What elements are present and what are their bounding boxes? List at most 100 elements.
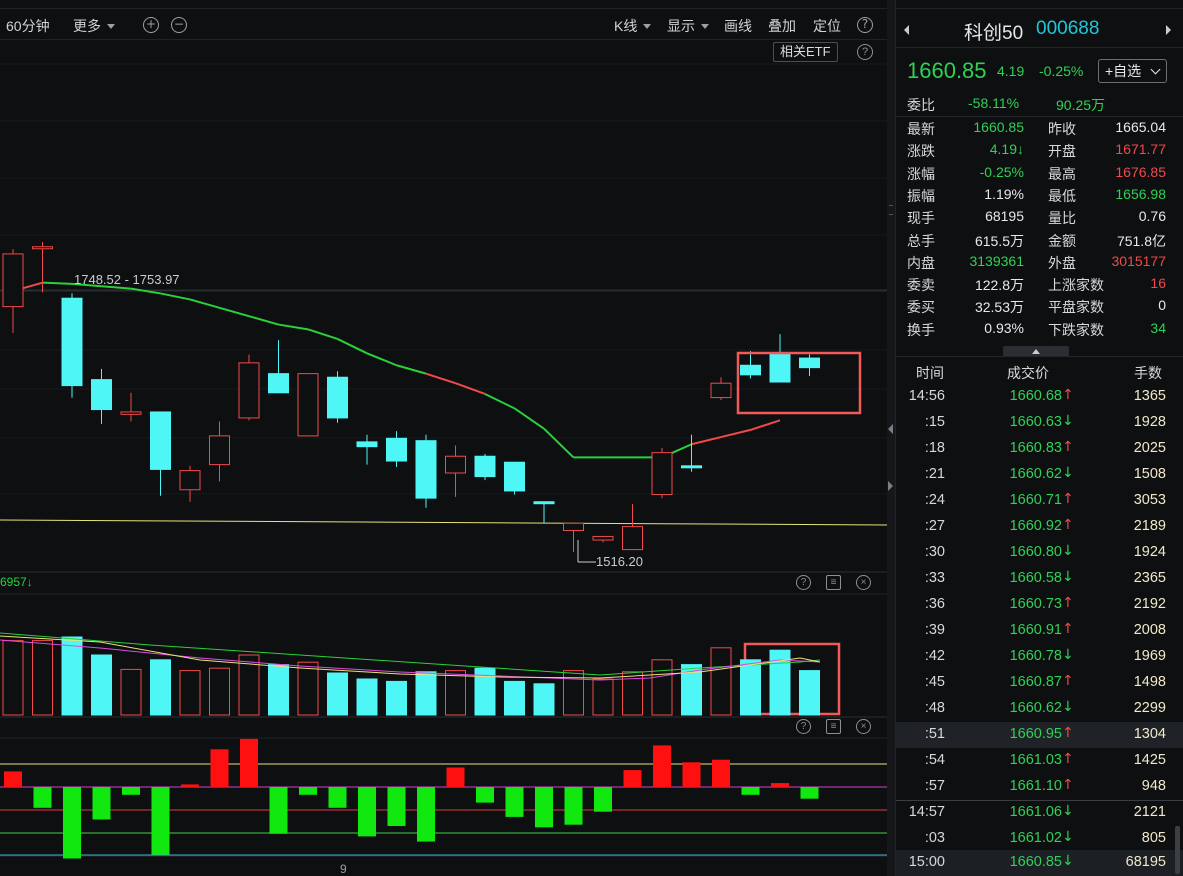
tick-row[interactable]: :42 1660.78 ↓ 1969 xyxy=(896,644,1183,670)
candle-body xyxy=(297,373,319,437)
stat-label: 涨跌 xyxy=(907,143,935,160)
ma-line-segment xyxy=(396,364,427,375)
volume-bar xyxy=(740,659,761,716)
stat-value: 1660.85 xyxy=(973,119,1024,135)
macd-bar xyxy=(92,787,111,820)
help-icon[interactable]: ? xyxy=(796,719,811,734)
volume-bar xyxy=(32,640,53,716)
volume-bar xyxy=(297,661,319,716)
stat-label: 外盘 xyxy=(1048,254,1076,271)
tick-direction-icon: ↓ xyxy=(1062,647,1074,663)
splitter-grip-icon[interactable] xyxy=(889,205,893,215)
tick-volume: 948 xyxy=(1141,778,1166,794)
tick-direction-icon: ↓ xyxy=(1062,853,1074,869)
ma-line-segment xyxy=(219,306,250,318)
prev-security-icon[interactable] xyxy=(904,25,909,35)
ma-line-segment xyxy=(543,427,575,459)
tick-row[interactable]: :54 1661.03 ↑ 1425 xyxy=(896,748,1183,774)
volume-bar xyxy=(386,680,407,716)
tick-volume: 2008 xyxy=(1133,622,1166,638)
volume-bar xyxy=(209,667,230,716)
tick-time: :30 xyxy=(924,544,945,560)
close-icon[interactable]: × xyxy=(856,575,871,590)
tick-volume: 2025 xyxy=(1133,440,1166,456)
tick-volume: 1425 xyxy=(1133,752,1166,768)
candle-body xyxy=(592,535,614,541)
candle-body xyxy=(356,441,378,448)
tick-direction-icon: ↑ xyxy=(1062,595,1074,611)
tick-time: :15 xyxy=(924,414,945,430)
macd-bar xyxy=(358,787,376,837)
tick-price: 1661.02 xyxy=(1009,830,1062,846)
settings-icon[interactable]: ≡ xyxy=(826,575,841,590)
stat-label: 委卖 xyxy=(907,277,935,294)
tick-row[interactable]: :51 1660.95 ↑ 1304 xyxy=(896,722,1183,748)
stat-value: 1656.98 xyxy=(1115,185,1166,202)
macd-bar xyxy=(240,738,258,787)
add-watchlist-button[interactable]: +自选 xyxy=(1098,59,1167,83)
kline-chart-area[interactable]: 60分钟 更多 + − K线 显示 画线 叠加 定位 ? 相关ETF ? 174… xyxy=(0,0,887,876)
tick-row[interactable]: 14:57 1661.06 ↓ 2121 xyxy=(896,800,1183,826)
next-security-icon[interactable] xyxy=(1166,25,1171,35)
stat-value: 68195 xyxy=(985,208,1024,225)
candle-body xyxy=(769,352,791,383)
collapse-left-icon[interactable] xyxy=(888,424,893,434)
stat-value: 0.93% xyxy=(984,319,1024,336)
tick-row[interactable]: :18 1660.83 ↑ 2025 xyxy=(896,436,1183,462)
tick-price: 1660.62 xyxy=(1009,466,1062,482)
ma-line-segment xyxy=(42,281,73,285)
tick-row[interactable]: :03 1661.02 ↓ 805 xyxy=(896,826,1183,852)
macd-bar xyxy=(328,787,347,808)
candle-body xyxy=(32,246,53,250)
close-icon[interactable]: × xyxy=(856,719,871,734)
volume-bar xyxy=(356,678,378,716)
candle-body xyxy=(651,452,673,496)
long-ma-line xyxy=(0,519,887,526)
stat-value: 0 xyxy=(1158,297,1166,314)
ma-line-segment xyxy=(366,352,397,367)
order-ratio-pct: -58.11% xyxy=(968,95,1020,111)
tick-row[interactable]: :27 1660.92 ↑ 2189 xyxy=(896,514,1183,540)
tick-row[interactable]: :48 1660.62 ↓ 2299 xyxy=(896,696,1183,722)
tick-row[interactable]: :39 1660.91 ↑ 2008 xyxy=(896,618,1183,644)
expand-right-icon[interactable] xyxy=(888,481,893,491)
tick-row[interactable]: :33 1660.58 ↓ 2365 xyxy=(896,566,1183,592)
volume-bar xyxy=(179,670,201,716)
tick-price: 1661.06 xyxy=(1009,804,1062,820)
help-icon[interactable]: ? xyxy=(796,575,811,590)
tick-time: :18 xyxy=(924,440,945,456)
tick-row[interactable]: :30 1660.80 ↓ 1924 xyxy=(896,540,1183,566)
tick-row[interactable]: :15 1660.63 ↓ 1928 xyxy=(896,410,1183,436)
tick-row[interactable]: :21 1660.62 ↓ 1508 xyxy=(896,462,1183,488)
stat-label: 最高 xyxy=(1048,165,1076,182)
tick-direction-icon: ↑ xyxy=(1062,673,1074,689)
tick-row[interactable]: 14:56 1660.68 ↑ 1365 xyxy=(896,384,1183,410)
tick-time: :24 xyxy=(924,492,945,508)
tick-time: :51 xyxy=(924,726,945,742)
volume-indicator-readout: 6957↓ xyxy=(0,575,33,589)
tick-volume: 2189 xyxy=(1133,518,1166,534)
quote-panel: 科创50 000688 1660.85 4.19 -0.25% +自选 委比 -… xyxy=(895,0,1183,876)
tick-row[interactable]: 15:00 1660.85 ↓ 68195 xyxy=(896,850,1183,876)
order-ratio-row: 委比 -58.11% 90.25万 xyxy=(896,90,1183,117)
tick-price: 1660.58 xyxy=(1009,570,1062,586)
candle-body xyxy=(268,373,289,394)
panel-splitter[interactable] xyxy=(887,0,895,876)
tick-scrollbar[interactable] xyxy=(1175,826,1180,874)
tick-row[interactable]: :45 1660.87 ↑ 1498 xyxy=(896,670,1183,696)
tick-volume: 1498 xyxy=(1133,674,1166,690)
macd-bar xyxy=(800,787,819,799)
tick-row[interactable]: :24 1660.71 ↑ 3053 xyxy=(896,488,1183,514)
tick-time: :48 xyxy=(924,700,945,716)
candle-body xyxy=(740,364,761,376)
tick-direction-icon: ↓ xyxy=(1062,803,1074,819)
stat-value: 1665.04 xyxy=(1115,119,1166,135)
volume-bar xyxy=(268,664,289,716)
settings-icon[interactable]: ≡ xyxy=(826,719,841,734)
quote-header: 科创50 000688 xyxy=(896,8,1183,48)
stat-value: 3139361 xyxy=(969,252,1024,269)
tick-row[interactable]: :57 1661.10 ↑ 948 xyxy=(896,774,1183,800)
candle-body xyxy=(504,461,525,492)
tick-row[interactable]: :36 1660.73 ↑ 2192 xyxy=(896,592,1183,618)
volume-bar xyxy=(651,659,673,716)
